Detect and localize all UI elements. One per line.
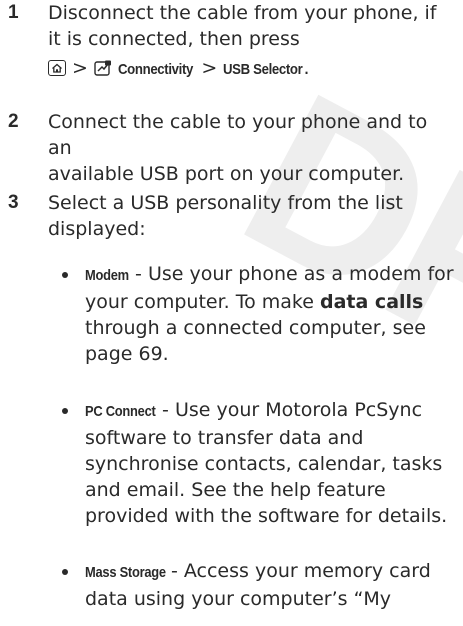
bullet-text: and email. See the help feature — [85, 479, 386, 501]
bullet-icon — [62, 569, 68, 575]
menu-item-connectivity: Connectivity — [118, 61, 194, 78]
step-text-line: Disconnect the cable from your phone, if — [48, 2, 437, 24]
bold-term: data calls — [319, 291, 424, 313]
step-text-line: Select a USB personality from the list — [48, 192, 403, 214]
sentence-end: . — [303, 57, 310, 79]
bullet-text: synchronise contacts, calendar, tasks — [85, 453, 443, 475]
step-text-line: displayed: — [48, 218, 146, 240]
term-label: Modem — [85, 267, 129, 284]
connectivity-menu-icon — [94, 60, 112, 77]
path-separator: > — [72, 57, 88, 79]
bullet-text: provided with the software for details. — [85, 505, 448, 527]
menu-path: > Connectivity > USB Selector. — [48, 55, 453, 83]
menu-item-usb-selector: USB Selector — [223, 61, 303, 78]
term-label: PC Connect — [85, 403, 156, 420]
bullet-text: data using your computer’s “My — [85, 588, 392, 610]
bullet-text: software to transfer data and — [85, 427, 364, 449]
bullet-text: page 69. — [85, 343, 169, 365]
term-label: Mass Storage — [85, 564, 166, 581]
step-text-line: it is connected, then press — [48, 28, 300, 50]
step-number: 1 — [8, 2, 19, 23]
bullet-icon — [62, 272, 68, 278]
bullet-text: - Use your Motorola PcSync — [156, 399, 423, 421]
bullet-text: through a connected computer, see — [85, 317, 426, 339]
step-number: 2 — [8, 111, 19, 132]
step-number: 3 — [8, 192, 19, 213]
path-separator: > — [201, 57, 218, 79]
bullet-text: - Access your memory card — [164, 560, 431, 582]
bullet-text: - Use your phone as a modem for — [129, 263, 454, 285]
bullet-icon — [62, 408, 68, 414]
home-key-icon — [48, 60, 66, 76]
step-text-line: Connect the cable to your phone and to a… — [48, 111, 428, 159]
step-text-line: available USB port on your computer. — [48, 163, 405, 185]
bullet-text: your computer. To make — [85, 291, 320, 313]
